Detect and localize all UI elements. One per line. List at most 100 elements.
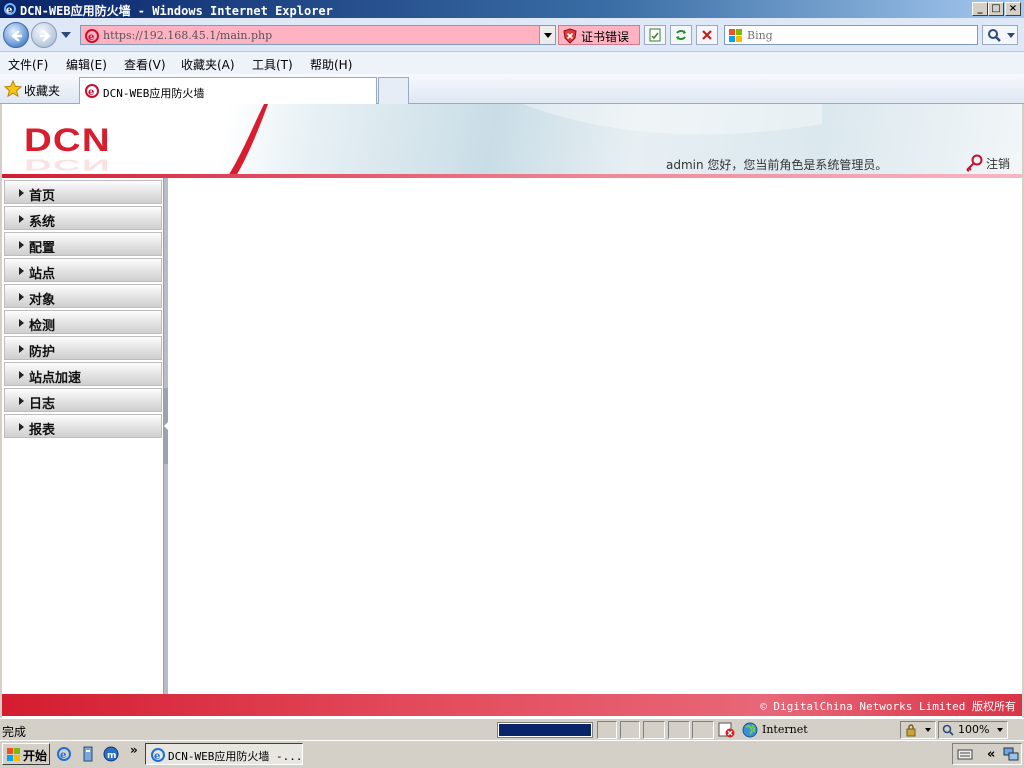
search-box[interactable] [724, 25, 978, 45]
menu-help[interactable]: 帮助(H) [310, 56, 352, 73]
status-text: 完成 [2, 725, 27, 739]
menu-view[interactable]: 查看(V) [124, 56, 166, 73]
status-bar: 完成 Internet 100% [0, 718, 1024, 740]
nav-item-logs[interactable]: 日志 [4, 388, 162, 412]
url-text[interactable]: https://192.168.45.1/main.php [103, 29, 272, 42]
forward-button[interactable] [31, 22, 57, 48]
new-tab-button[interactable] [378, 77, 409, 104]
quicklaunch-server-icon[interactable] [80, 746, 96, 762]
caret-right-icon [19, 293, 24, 301]
nav-label: 报表 [29, 423, 56, 438]
ie-logo-icon: e [151, 748, 165, 762]
progress-fill [499, 724, 591, 736]
caret-right-icon [19, 423, 24, 431]
ie-page-icon: e [85, 84, 99, 98]
favorites-bar: 收藏夹 e DCN-WEB应用防火墙 [0, 74, 1024, 104]
menu-bar: 文件(F) 编辑(E) 查看(V) 收藏夹(A) 工具(T) 帮助(H) [0, 52, 1024, 74]
nav-item-home[interactable]: 首页 [4, 180, 162, 204]
welcome-text: admin 您好，您当前角色是系统管理员。 [666, 158, 888, 172]
star-icon[interactable] [4, 80, 22, 98]
nav-item-site-acceleration[interactable]: 站点加速 [4, 362, 162, 386]
menu-file[interactable]: 文件(F) [8, 56, 48, 73]
quicklaunch-ie-icon[interactable]: e [56, 746, 72, 762]
nav-label: 配置 [29, 241, 56, 256]
cert-error-button[interactable]: 证书错误 [558, 25, 640, 45]
svg-text:e: e [6, 5, 12, 16]
tab-main[interactable]: e DCN-WEB应用防火墙 [79, 77, 377, 104]
caret-right-icon [19, 241, 24, 249]
nav-label: 日志 [29, 397, 56, 412]
svg-text:m: m [107, 751, 116, 761]
nav-label: 系统 [29, 215, 56, 230]
menu-edit[interactable]: 编辑(E) [66, 56, 107, 73]
address-toolbar: e https://192.168.45.1/main.php 证书错误 [0, 18, 1024, 52]
windows-flag-icon [7, 748, 20, 761]
tab-title: DCN-WEB应用防火墙 [103, 87, 205, 100]
back-button[interactable] [3, 22, 29, 48]
nav-item-system[interactable]: 系统 [4, 206, 162, 230]
status-cell [620, 721, 640, 739]
taskbar-item-ie[interactable]: e DCN-WEB应用防火墙 -... [145, 743, 303, 765]
progress-bar [497, 722, 593, 738]
logout-button[interactable]: 注销 [964, 154, 1016, 172]
key-icon [966, 154, 983, 172]
quicklaunch-more-chevron[interactable]: » [130, 743, 138, 757]
nav-label: 对象 [29, 293, 56, 308]
network-icon[interactable] [1003, 747, 1019, 761]
nav-item-detection[interactable]: 检测 [4, 310, 162, 334]
menu-tools[interactable]: 工具(T) [252, 56, 293, 73]
dcn-logo: DCN [24, 122, 111, 158]
caret-right-icon [19, 215, 24, 223]
page-error-icon[interactable] [718, 722, 736, 738]
caret-right-icon [19, 345, 24, 353]
tray-expand-chevron[interactable]: « [987, 747, 995, 762]
refresh-icon [676, 30, 686, 40]
refresh-button[interactable] [670, 25, 692, 45]
lock-settings-icon [906, 724, 916, 737]
compatibility-view-button[interactable] [644, 25, 666, 45]
zoom-magnifier-icon [942, 724, 954, 736]
nav-item-protection[interactable]: 防护 [4, 336, 162, 360]
dcn-logo-reflection: DCN [24, 155, 111, 174]
address-bar[interactable]: e https://192.168.45.1/main.php [80, 25, 556, 45]
app-footer: © DigitalChina Networks Limited 版权所有 [2, 694, 1022, 716]
nav-item-sites[interactable]: 站点 [4, 258, 162, 282]
favorites-button[interactable]: 收藏夹 [24, 82, 60, 99]
status-cell [643, 721, 665, 739]
nav-item-reports[interactable]: 报表 [4, 414, 162, 438]
menu-favorites[interactable]: 收藏夹(A) [181, 56, 235, 73]
quicklaunch-media-icon[interactable]: m [103, 746, 119, 762]
svg-text:e: e [88, 87, 94, 98]
nav-label: 防护 [29, 345, 56, 360]
start-label: 开始 [23, 749, 48, 763]
stop-x-icon [702, 30, 712, 40]
back-arrow-icon [11, 30, 22, 42]
maximize-button[interactable]: □ [988, 2, 1004, 16]
address-dropdown-button[interactable] [539, 26, 555, 44]
sidebar-nav: 首页 系统 配置 站点 对象 检测 防护 站点加速 日志 报表 [2, 178, 164, 694]
cert-error-label: 证书错误 [581, 30, 630, 44]
history-dropdown-icon[interactable] [61, 32, 71, 38]
nav-item-objects[interactable]: 对象 [4, 284, 162, 308]
search-input[interactable] [747, 28, 973, 42]
window-titlebar: e DCN-WEB应用防火墙 - Windows Internet Explor… [0, 0, 1024, 18]
search-go-button[interactable] [982, 25, 1018, 45]
caret-right-icon [19, 319, 24, 327]
nav-item-config[interactable]: 配置 [4, 232, 162, 256]
close-button[interactable]: × [1005, 2, 1021, 16]
caret-right-icon [19, 189, 24, 197]
start-button[interactable]: 开始 [2, 743, 50, 765]
magnifier-icon [988, 29, 1001, 42]
stop-button[interactable] [696, 25, 718, 45]
keyboard-icon[interactable] [957, 748, 973, 760]
zoom-level: 100% [958, 723, 990, 736]
globe-icon [742, 722, 758, 738]
minimize-button[interactable]: _ [972, 2, 988, 16]
compat-page-icon [649, 28, 661, 42]
status-cell [668, 721, 690, 739]
windows-taskbar: 开始 e m » e DCN-WEB应用防火墙 -... « [0, 740, 1024, 768]
shield-error-icon [563, 28, 577, 44]
caret-right-icon [19, 397, 24, 405]
protected-mode-button[interactable] [900, 721, 936, 739]
bing-logo-icon [729, 29, 742, 42]
